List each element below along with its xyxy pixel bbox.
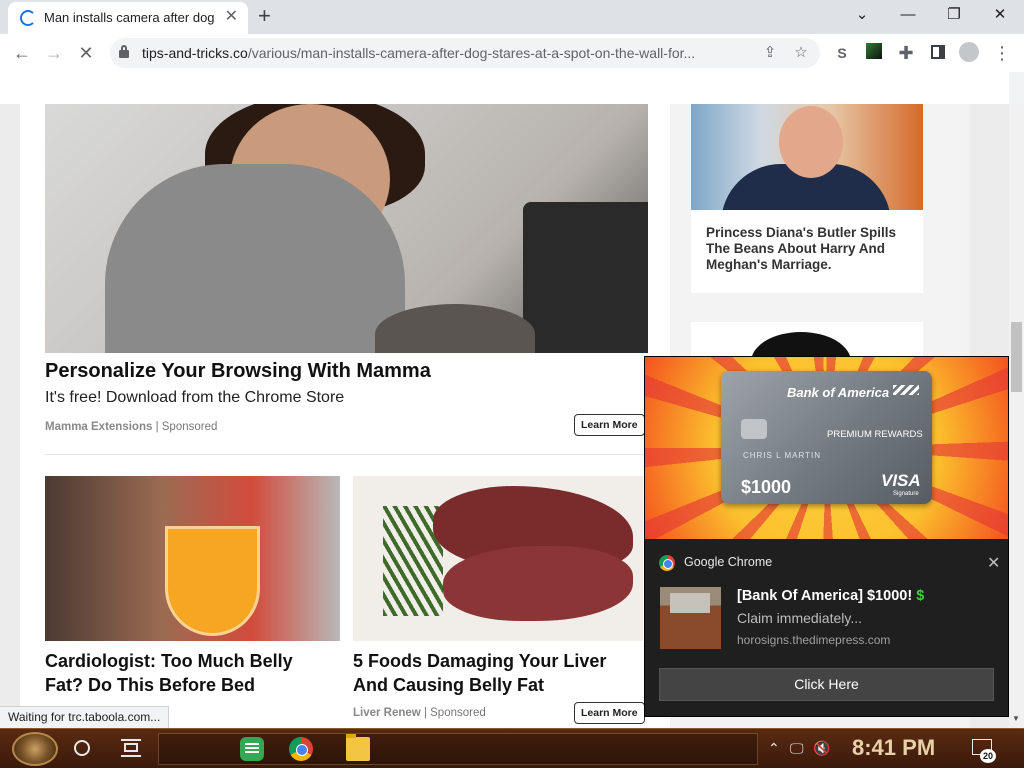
extensions-puzzle-icon[interactable]: ✚: [895, 42, 917, 64]
liver-ad-meta: Liver Renew | Sponsored: [353, 707, 486, 719]
tab-search-icon[interactable]: ⌄: [840, 4, 884, 26]
click-here-button[interactable]: Click Here: [659, 668, 994, 701]
bookmark-star-icon[interactable]: ☆: [791, 43, 811, 63]
lock-icon[interactable]: [119, 45, 129, 58]
sidebar-article-title[interactable]: Princess Diana's Butler Spills The Beans…: [706, 225, 911, 273]
restore-button[interactable]: ❐: [932, 4, 976, 26]
ad-source[interactable]: Mamma Extensions: [45, 421, 152, 433]
hero-ad-meta: Mamma Extensions | Sponsored: [45, 421, 218, 433]
sticky-notes-icon[interactable]: [240, 737, 264, 761]
taskbar: ⌃ 🖵 🔇 8:41 PM 20: [0, 728, 1024, 768]
scroll-down-arrow-icon[interactable]: ▼: [1012, 714, 1020, 723]
notification-body: Claim immediately...: [737, 610, 862, 626]
learn-more-button[interactable]: Learn More: [574, 414, 645, 436]
hero-ad-image[interactable]: [45, 104, 648, 353]
tab-title: Man installs camera after dog: [44, 10, 215, 25]
notification-banner-image[interactable]: Bank of America PREMIUM REWARDS CHRIS L …: [645, 357, 1008, 539]
notification-source: horosigns.thedimepress.com: [737, 633, 891, 647]
side-panel-icon[interactable]: [927, 42, 949, 64]
profile-avatar-icon[interactable]: [958, 42, 980, 64]
chrome-notification[interactable]: Bank of America PREMIUM REWARDS CHRIS L …: [644, 356, 1009, 717]
dollar-sign-icon: $: [916, 588, 925, 604]
volume-muted-icon[interactable]: 🔇: [813, 740, 830, 757]
sponsored-label: Sponsored: [430, 707, 486, 719]
share-icon[interactable]: ⇪: [760, 43, 780, 63]
liver-ad-image[interactable]: [353, 476, 643, 641]
sponsored-label: Sponsored: [161, 421, 218, 433]
status-bar: Waiting for trc.taboola.com...: [0, 706, 170, 728]
card-chip-icon: [741, 419, 767, 439]
minimize-button[interactable]: —: [886, 4, 930, 26]
notification-title: [Bank Of America] $1000! $: [737, 588, 925, 604]
credit-card-image: Bank of America PREMIUM REWARDS CHRIS L …: [721, 371, 932, 504]
back-arrow-icon[interactable]: ←: [11, 42, 33, 64]
notification-count-badge: 20: [980, 749, 996, 763]
address-bar[interactable]: tips-and-tricks.co/various/man-installs-…: [110, 38, 820, 68]
taskbar-clock[interactable]: 8:41 PM: [852, 735, 935, 761]
extension-image-icon[interactable]: [863, 42, 885, 64]
hero-ad-title[interactable]: Personalize Your Browsing With Mamma: [45, 360, 431, 383]
browser-toolbar: ← → ✕ tips-and-tricks.co/various/man-ins…: [0, 34, 1024, 72]
sidebar-article-card[interactable]: Princess Diana's Butler Spills The Beans…: [691, 104, 923, 293]
bank-flag-logo-icon: [893, 385, 919, 395]
belly-fat-ad-title[interactable]: Cardiologist: Too Much Belly Fat? Do This…: [45, 649, 293, 697]
loading-spinner-icon: [20, 10, 36, 26]
cortana-search-icon[interactable]: [74, 740, 90, 756]
chrome-logo-icon: [659, 555, 675, 571]
hero-ad-subtitle[interactable]: It's free! Download from the Chrome Stor…: [45, 389, 344, 407]
notification-header: Google Chrome ✕: [659, 553, 1000, 573]
start-button[interactable]: [12, 732, 58, 766]
belly-fat-ad-image[interactable]: [45, 476, 340, 641]
close-window-button[interactable]: ✕: [978, 4, 1022, 26]
kebab-menu-icon[interactable]: ⋮: [991, 42, 1013, 64]
tab-strip: Man installs camera after dog ✕ + ⌄ — ❐ …: [0, 0, 1024, 34]
forward-arrow-icon[interactable]: →: [43, 42, 65, 64]
learn-more-button[interactable]: Learn More: [574, 702, 645, 724]
tray-chevron-icon[interactable]: ⌃: [768, 740, 780, 757]
liver-ad-title[interactable]: 5 Foods Damaging Your Liver And Causing B…: [353, 649, 606, 697]
task-view-icon[interactable]: [121, 739, 141, 757]
tab-active[interactable]: Man installs camera after dog ✕: [8, 2, 248, 34]
stop-loading-icon[interactable]: ✕: [75, 42, 97, 64]
tab-close-icon[interactable]: ✕: [225, 8, 238, 26]
butler-photo[interactable]: [691, 104, 923, 210]
file-explorer-icon[interactable]: [346, 734, 370, 761]
scrollbar-thumb[interactable]: [1011, 322, 1022, 392]
chrome-taskbar-icon[interactable]: [289, 737, 313, 761]
notification-close-icon[interactable]: ✕: [987, 553, 1000, 573]
url-text[interactable]: tips-and-tricks.co/various/man-installs-…: [142, 45, 752, 61]
notification-app-name: Google Chrome: [684, 555, 773, 569]
page-scrollbar[interactable]: ▼: [1009, 104, 1024, 728]
extension-s-icon[interactable]: S: [831, 42, 853, 64]
network-icon[interactable]: 🖵: [790, 740, 804, 757]
notification-thumbnail: [660, 587, 721, 649]
new-tab-button[interactable]: +: [258, 4, 271, 28]
ad-source[interactable]: Liver Renew: [353, 707, 421, 719]
